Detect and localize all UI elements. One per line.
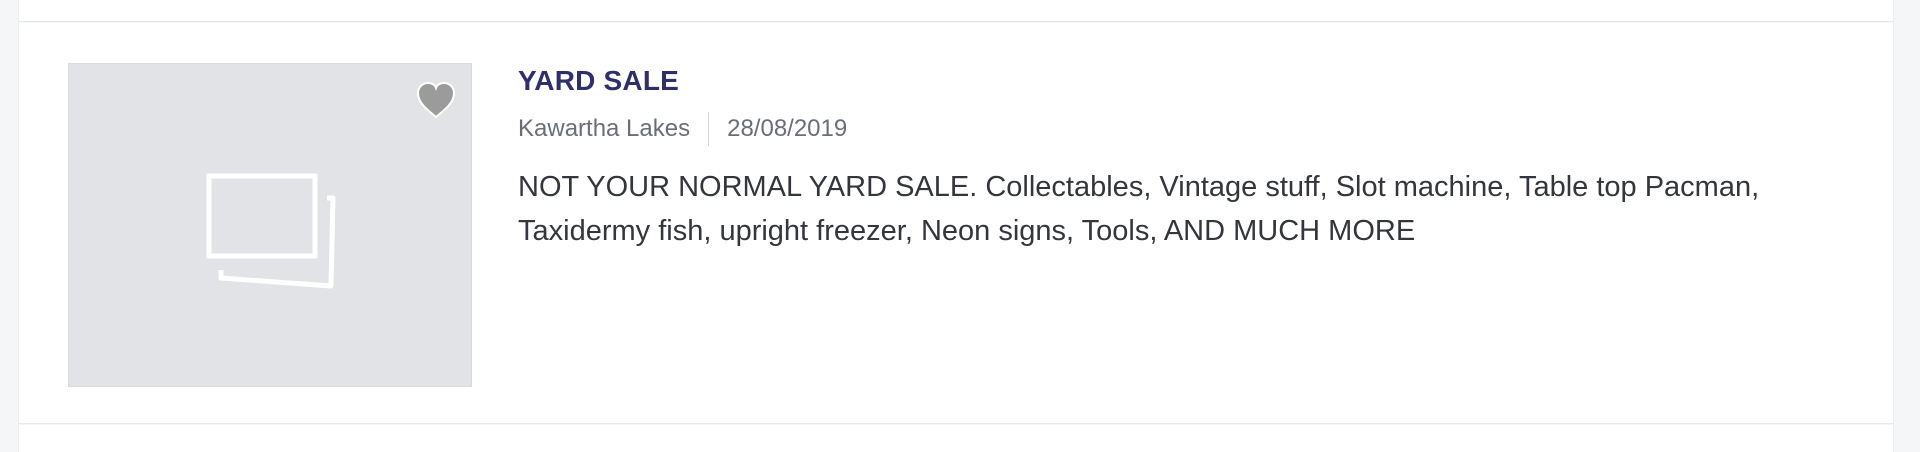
heart-icon: [416, 81, 456, 119]
previous-listing-card: [18, 0, 1894, 22]
listing-thumbnail[interactable]: [68, 63, 472, 387]
listing-info: YARD SALE Kawartha Lakes 28/08/2019 NOT …: [518, 63, 1858, 253]
meta-divider: [708, 112, 710, 146]
listing-card[interactable]: YARD SALE Kawartha Lakes 28/08/2019 NOT …: [18, 23, 1894, 424]
listing-description: NOT YOUR NORMAL YARD SALE. Collectables,…: [518, 171, 1760, 247]
listing-title[interactable]: YARD SALE: [518, 63, 1858, 99]
image-placeholder-icon: [206, 173, 336, 289]
listing-meta: Kawartha Lakes 28/08/2019: [518, 111, 1858, 147]
listing-date: 28/08/2019: [727, 115, 848, 142]
listing-location: Kawartha Lakes: [518, 115, 691, 142]
favorite-button[interactable]: [414, 78, 458, 122]
next-listing-card: [18, 425, 1894, 452]
